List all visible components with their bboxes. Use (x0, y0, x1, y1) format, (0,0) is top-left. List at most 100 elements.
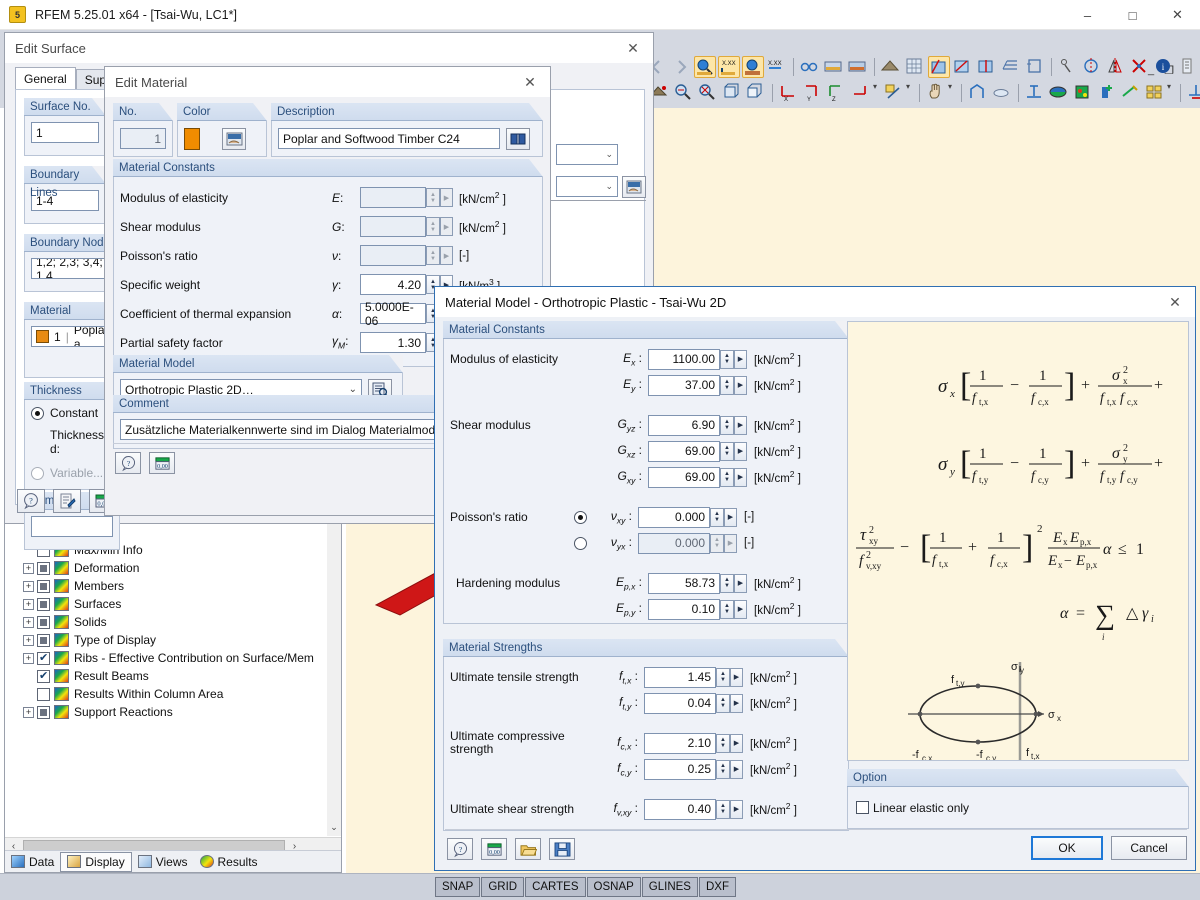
expand-value-icon[interactable]: ▶ (734, 573, 747, 593)
edit-icon[interactable] (53, 489, 81, 513)
expand-value-icon[interactable]: ▶ (730, 759, 743, 779)
spinner-icon[interactable]: ▲ ▼ (720, 349, 734, 369)
poisson-ratio-radio[interactable] (574, 510, 587, 524)
tree-item[interactable]: Result Beams (5, 667, 327, 685)
help-icon[interactable]: ? (447, 838, 473, 860)
list-icon[interactable] (1177, 56, 1199, 78)
tree-item[interactable]: + Solids (5, 613, 327, 631)
material-model-ok-button[interactable]: OK (1031, 836, 1103, 860)
expand-icon[interactable]: + (23, 634, 34, 646)
color-scale-icon[interactable] (1048, 82, 1070, 104)
expand-value-icon[interactable]: ▶ (730, 799, 743, 819)
info-icon[interactable]: i (1153, 56, 1175, 78)
status-cartes[interactable]: CARTES (525, 877, 586, 897)
spinner-icon[interactable]: ▲ ▼ (716, 799, 730, 819)
tree-item-checkbox[interactable] (37, 705, 50, 719)
tree-item-checkbox[interactable] (37, 597, 50, 611)
view-z-icon[interactable]: Z (826, 82, 848, 104)
save-icon[interactable] (549, 838, 575, 860)
pan-dropdown-icon[interactable]: ▾ (948, 82, 957, 104)
workplane-dropdown-icon[interactable]: ▾ (906, 82, 915, 104)
poisson-ratio-radio[interactable] (574, 536, 587, 550)
mm-strength-input[interactable]: 2.10 (644, 732, 716, 754)
frame-icon[interactable] (967, 82, 989, 104)
spinner-icon[interactable]: ▲ ▼ (720, 375, 734, 395)
value-xxx2-icon[interactable]: X.XX (766, 56, 788, 78)
expand-icon[interactable]: + (23, 598, 34, 610)
material-combobox[interactable]: 1 | Poplar a (31, 326, 113, 347)
expand-value-icon[interactable]: ▶ (440, 188, 453, 207)
thickness-variable-radio-row[interactable]: Variable... (31, 466, 113, 480)
edit-material-constant-input[interactable] (360, 216, 426, 237)
spinner-icon[interactable]: ▲ ▼ (426, 246, 440, 265)
help-icon[interactable]: ? (17, 489, 45, 513)
tree-scroll-down-icon[interactable]: ⌄ (327, 822, 341, 836)
tree-item-checkbox[interactable] (37, 579, 50, 593)
expand-icon[interactable]: + (23, 652, 34, 664)
mm-constant-input[interactable]: 58.73 (648, 572, 720, 594)
mm-constant-input[interactable]: 69.00 (648, 440, 720, 462)
thickness-variable-radio[interactable] (31, 466, 44, 480)
tree-item[interactable]: + Ribs - Effective Contribution on Surfac… (5, 649, 327, 667)
tree-item-checkbox[interactable] (37, 651, 50, 665)
zoom-tool-icon[interactable] (694, 56, 716, 78)
help-icon[interactable]: ? (115, 452, 141, 474)
mm-constant-input[interactable]: 0.000 (638, 532, 710, 554)
rendering2-icon[interactable] (847, 56, 869, 78)
view-iso-icon[interactable] (721, 82, 743, 104)
surface-combo-2[interactable]: ⌄ (556, 176, 646, 198)
spinner-icon[interactable]: ▲ ▼ (710, 507, 724, 527)
expand-value-icon[interactable]: ▶ (734, 599, 747, 619)
nav-tab-data[interactable]: Data (5, 852, 60, 872)
expand-icon[interactable]: + (23, 580, 34, 592)
tree-item-checkbox[interactable] (37, 687, 50, 701)
nav-forward-icon[interactable] (670, 56, 692, 78)
add-result-icon[interactable] (1096, 82, 1118, 104)
mirror-icon[interactable] (1105, 56, 1127, 78)
spinner-icon[interactable]: ▲ ▼ (720, 415, 734, 435)
expand-icon[interactable]: + (23, 706, 34, 718)
tiles-icon[interactable] (1144, 82, 1166, 104)
mm-constant-input[interactable]: 1100.00 (648, 348, 720, 370)
status-dxf[interactable]: DXF (698, 877, 736, 897)
navigator-tabs[interactable]: Data Display Views Results (5, 850, 341, 872)
tab-general[interactable]: General (15, 67, 76, 89)
nav-tab-display[interactable]: Display (60, 851, 132, 872)
chevron-down-icon[interactable]: ⌄ (605, 149, 613, 160)
spinner-icon[interactable]: ▲ ▼ (710, 533, 724, 553)
mm-constant-input[interactable]: 0.000 (638, 506, 710, 528)
units-icon[interactable]: 0,00 (481, 838, 507, 860)
section-view-icon[interactable] (1024, 82, 1046, 104)
nav-tab-results[interactable]: Results (194, 852, 264, 872)
status-grid[interactable]: GRID (481, 877, 525, 897)
mm-strength-input[interactable]: 0.40 (644, 798, 716, 820)
fe-mesh-icon[interactable] (904, 56, 926, 78)
mm-constant-input[interactable]: 69.00 (648, 466, 720, 488)
value-xxx-icon[interactable]: X.XX (718, 56, 740, 78)
material-color-swatch[interactable] (184, 127, 200, 150)
surface-color-picker-icon[interactable] (622, 176, 646, 198)
spinner-icon[interactable]: ▲ ▼ (716, 693, 730, 713)
pick-point-icon[interactable] (1057, 56, 1079, 78)
surface-results2-icon[interactable] (952, 56, 974, 78)
close-button[interactable]: ✕ (1155, 0, 1200, 30)
edit-surface-close-icon[interactable]: ✕ (613, 33, 653, 63)
color-picker-icon[interactable] (222, 127, 246, 150)
status-glines[interactable]: GLINES (641, 877, 698, 897)
surface-results-icon[interactable] (928, 56, 950, 78)
spinner-icon[interactable]: ▲ ▼ (716, 733, 730, 753)
mm-constant-input[interactable]: 6.90 (648, 414, 720, 436)
expand-value-icon[interactable]: ▶ (734, 441, 747, 461)
surface-no-input[interactable]: 1 (31, 122, 99, 143)
spinner-icon[interactable]: ▲ ▼ (720, 573, 734, 593)
maximize-button[interactable]: □ (1110, 0, 1155, 30)
edit-material-footer-toolbar[interactable]: ? 0,00 (115, 452, 175, 474)
tree-item[interactable]: + Surfaces (5, 595, 327, 613)
open-icon[interactable] (515, 838, 541, 860)
tree-item[interactable]: + Deformation (5, 559, 327, 577)
view-x-icon[interactable]: X (778, 82, 800, 104)
tree-item[interactable]: + Members (5, 577, 327, 595)
rotate-icon[interactable] (1081, 56, 1103, 78)
delete-node-icon[interactable] (1129, 56, 1151, 78)
nav-tab-views[interactable]: Views (132, 852, 194, 872)
